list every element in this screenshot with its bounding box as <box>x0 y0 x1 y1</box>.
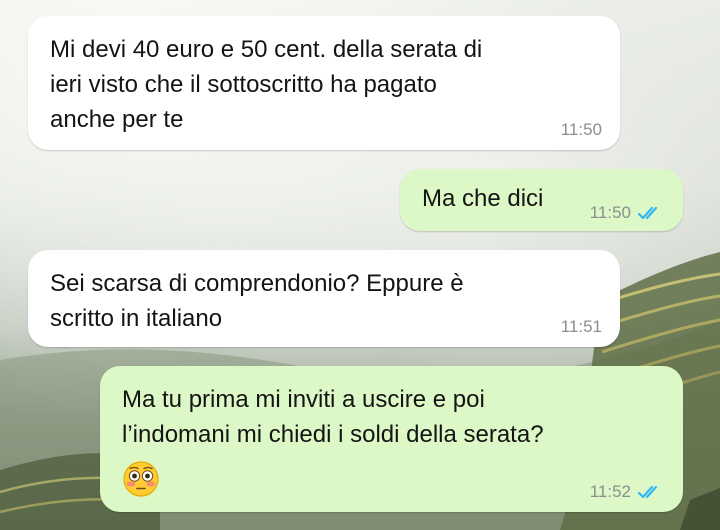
message-text: Sei scarsa di comprendonio? Eppure è scr… <box>50 270 464 332</box>
message-time: 11:51 <box>560 317 602 336</box>
message-meta: 11:51 <box>561 317 602 337</box>
incoming-message-bubble[interactable]: Sei scarsa di comprendonio? Eppure è scr… <box>28 250 620 347</box>
conversation-view[interactable]: Mi devi 40 euro e 50 cent. della serata … <box>0 0 720 530</box>
message-text: Ma tu prima mi inviti a uscire e poi l’i… <box>122 386 544 448</box>
message-text: Mi devi 40 euro e 50 cent. della serata … <box>50 36 483 133</box>
incoming-message-bubble[interactable]: Mi devi 40 euro e 50 cent. della serata … <box>28 16 620 150</box>
message-time: 11:52 <box>589 482 631 501</box>
outgoing-message-bubble[interactable]: Ma tu prima mi inviti a uscire e poi l’i… <box>100 366 683 512</box>
read-double-check-icon <box>637 485 658 499</box>
message-time: 11:50 <box>589 203 631 222</box>
outgoing-message-bubble[interactable]: Ma che dici 11:50 <box>400 169 683 231</box>
message-time: 11:50 <box>560 120 602 139</box>
message-meta: 11:52 <box>590 482 665 502</box>
flushed-face-emoji <box>123 461 159 497</box>
message-meta: 11:50 <box>590 203 665 223</box>
message-meta: 11:50 <box>561 120 602 140</box>
read-double-check-icon <box>637 206 658 220</box>
